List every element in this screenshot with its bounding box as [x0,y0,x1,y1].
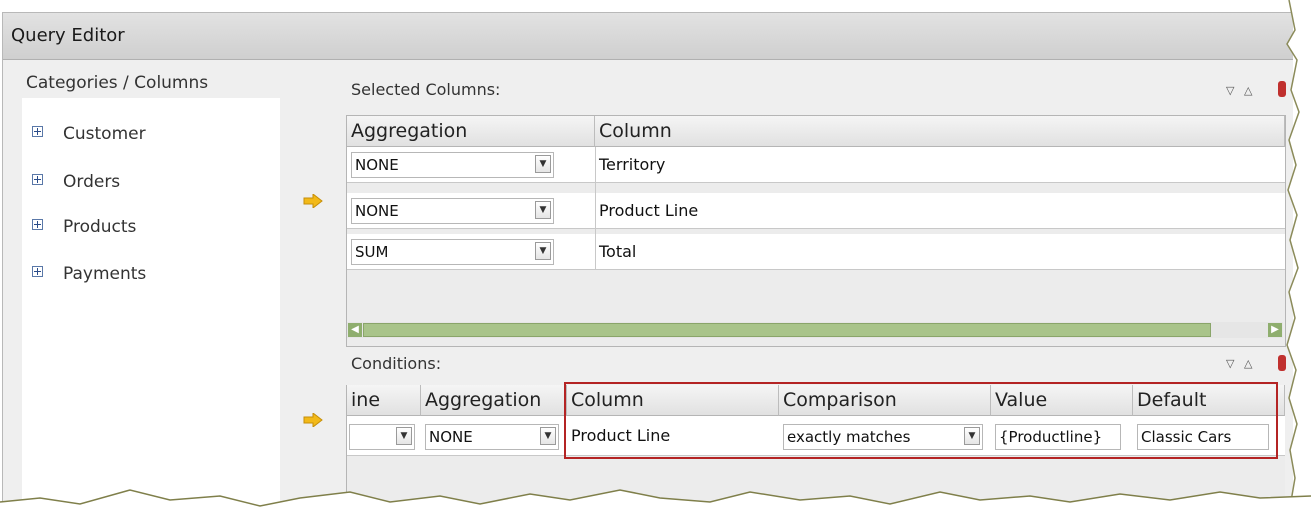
chevron-down-icon[interactable]: ▼ [535,155,551,173]
column-divider [595,147,596,270]
categories-title: Categories / Columns [26,73,209,93]
horizontal-scrollbar[interactable]: ◀ ▶ [347,322,1283,338]
expand-icon[interactable] [32,266,43,277]
chevron-down-icon[interactable]: ▼ [396,427,412,445]
line-select[interactable]: ▼ [349,424,415,450]
select-value: NONE [429,428,473,446]
tree-item-label: Payments [63,264,147,284]
tree-item-orders[interactable]: Orders [32,172,120,196]
chevron-down-icon[interactable]: ▼ [535,242,551,260]
tree-item-products[interactable]: Products [32,217,136,241]
chevron-down-icon[interactable]: ▼ [540,427,556,445]
table-row[interactable]: NONE ▼ Territory [347,147,1285,183]
select-value: SUM [355,243,389,261]
select-value: NONE [355,202,399,220]
selected-columns-grid: Aggregation Column NONE ▼ Territory NONE ▼… [346,115,1286,347]
header-aggregation[interactable]: Aggregation [421,385,567,416]
header-aggregation[interactable]: Aggregation [347,116,595,147]
header-column[interactable]: Column [595,116,1285,147]
column-cell: Product Line [599,201,699,220]
expand-icon[interactable] [32,174,43,185]
tree-item-label: Customer [63,124,146,144]
tree-item-payments[interactable]: Payments [32,264,146,288]
tree-item-label: Products [63,217,137,237]
move-down-icon[interactable]: ▽ [1226,84,1234,97]
aggregation-select[interactable]: NONE ▼ [425,424,559,450]
title-bar: Query Editor [3,13,1293,60]
tree-item-label: Orders [63,172,121,192]
move-up-icon[interactable]: △ [1244,84,1252,97]
chevron-down-icon[interactable]: ▼ [535,201,551,219]
table-row[interactable]: NONE ▼ Product Line [347,193,1285,229]
selected-columns-title: Selected Columns: [351,80,501,99]
move-down-icon[interactable]: ▽ [1226,357,1234,370]
tree-item-customer[interactable]: Customer [32,124,146,148]
header-line[interactable]: ine [347,385,421,416]
expand-icon[interactable] [32,126,43,137]
aggregation-select[interactable]: SUM ▼ [351,239,554,265]
move-up-icon[interactable]: △ [1244,357,1252,370]
column-cell: Territory [599,155,666,174]
aggregation-select[interactable]: NONE ▼ [351,152,554,178]
table-row[interactable]: SUM ▼ Total [347,234,1285,270]
expand-icon[interactable] [32,219,43,230]
categories-tree: Customer Orders Products Payments [22,98,280,505]
torn-edge-bottom [0,489,1311,513]
scroll-thumb[interactable] [363,323,1211,337]
add-column-arrow-icon[interactable] [303,194,323,208]
conditions-title: Conditions: [351,354,442,373]
column-cell: Total [599,242,637,261]
highlight-box [564,382,1278,459]
aggregation-select[interactable]: NONE ▼ [351,198,554,224]
scroll-left-icon[interactable]: ◀ [348,323,362,337]
window-title: Query Editor [11,25,125,46]
select-value: NONE [355,156,399,174]
torn-edge-right [1286,0,1311,513]
scroll-right-icon[interactable]: ▶ [1268,323,1282,337]
add-condition-arrow-icon[interactable] [303,413,323,427]
